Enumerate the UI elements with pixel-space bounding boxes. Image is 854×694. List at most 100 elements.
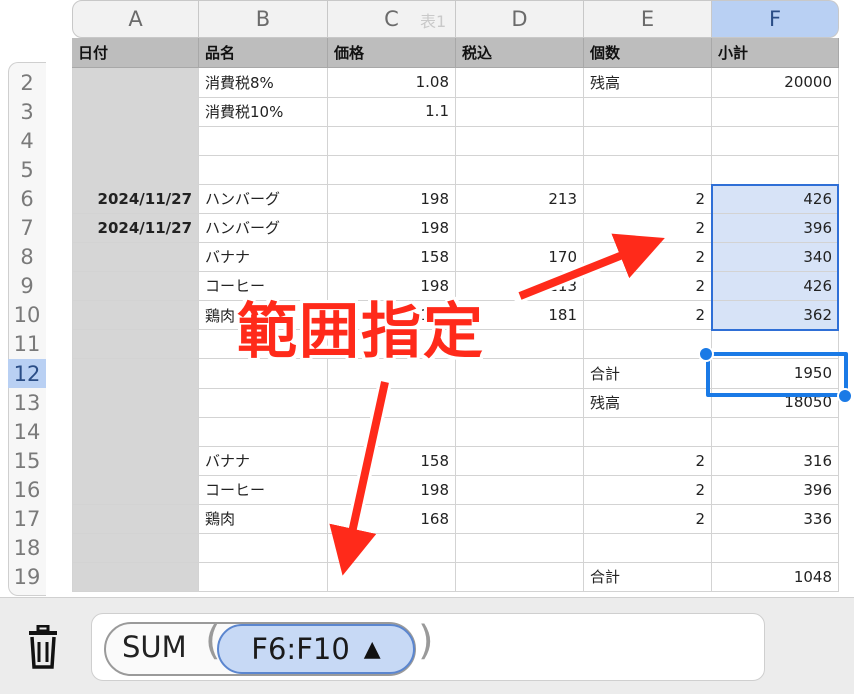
- cell-d13[interactable]: [456, 388, 584, 418]
- row-number-3[interactable]: 3: [8, 97, 46, 126]
- cell-a13[interactable]: [72, 388, 199, 418]
- cell-f4[interactable]: [712, 126, 839, 156]
- cell-c16[interactable]: 198: [328, 475, 456, 505]
- cell-b3[interactable]: 消費税10%: [199, 97, 328, 127]
- cell-b6[interactable]: ハンバーグ: [199, 184, 328, 214]
- active-cell-f12[interactable]: [706, 352, 848, 397]
- cell-a16[interactable]: [72, 475, 199, 505]
- header-cell-b[interactable]: 品名: [199, 38, 328, 68]
- cell-f17[interactable]: 336: [712, 504, 839, 535]
- header-cell-e[interactable]: 個数: [584, 38, 712, 68]
- cell-c8[interactable]: 158: [328, 242, 456, 273]
- row-number-5[interactable]: 5: [8, 155, 46, 184]
- cell-d5[interactable]: [456, 155, 584, 185]
- row-number-12[interactable]: 12: [8, 359, 46, 388]
- cell-e18[interactable]: [584, 533, 712, 564]
- cell-e9[interactable]: 2: [584, 271, 712, 302]
- row-number-17[interactable]: 17: [8, 505, 46, 534]
- cell-d7[interactable]: [456, 213, 584, 244]
- column-header-d[interactable]: D: [456, 0, 584, 38]
- cell-e5[interactable]: [584, 155, 712, 185]
- cell-d19[interactable]: [456, 562, 584, 593]
- cell-f18[interactable]: [712, 533, 839, 564]
- header-cell-f[interactable]: 小計: [712, 38, 839, 68]
- cell-c15[interactable]: 158: [328, 446, 456, 476]
- cell-f2[interactable]: 20000: [712, 68, 839, 98]
- cell-b17[interactable]: 鶏肉: [199, 504, 328, 535]
- row-number-11[interactable]: 11: [8, 330, 46, 359]
- cell-d16[interactable]: [456, 475, 584, 505]
- cell-e11[interactable]: [584, 329, 712, 360]
- cell-e10[interactable]: 2: [584, 300, 712, 331]
- cell-d3[interactable]: [456, 97, 584, 127]
- cell-f19[interactable]: 1048: [712, 562, 839, 593]
- cell-d15[interactable]: [456, 446, 584, 476]
- cell-e14[interactable]: [584, 417, 712, 447]
- cell-c18[interactable]: [328, 533, 456, 564]
- column-header-e[interactable]: E: [584, 0, 712, 38]
- cell-c14[interactable]: [328, 417, 456, 447]
- cell-d6[interactable]: 213: [456, 184, 584, 214]
- row-number-15[interactable]: 15: [8, 446, 46, 475]
- cell-d4[interactable]: [456, 126, 584, 156]
- cell-e7[interactable]: 2: [584, 213, 712, 244]
- cell-a18[interactable]: [72, 533, 199, 564]
- cell-c13[interactable]: [328, 388, 456, 418]
- cell-d18[interactable]: [456, 533, 584, 564]
- row-number-6[interactable]: 6: [8, 184, 46, 213]
- cell-c19[interactable]: [328, 562, 456, 593]
- cell-b5[interactable]: [199, 155, 328, 185]
- cell-c3[interactable]: 1.1: [328, 97, 456, 127]
- cell-d8[interactable]: 170: [456, 242, 584, 273]
- cell-e3[interactable]: [584, 97, 712, 127]
- cell-b7[interactable]: ハンバーグ: [199, 213, 328, 244]
- cell-f14[interactable]: [712, 417, 839, 447]
- cell-c5[interactable]: [328, 155, 456, 185]
- cell-a17[interactable]: [72, 504, 199, 535]
- cell-f5[interactable]: [712, 155, 839, 185]
- column-header-a[interactable]: A: [72, 0, 199, 38]
- cell-e17[interactable]: 2: [584, 504, 712, 535]
- cell-b2[interactable]: 消費税8%: [199, 68, 328, 98]
- cell-d14[interactable]: [456, 417, 584, 447]
- selection-handle-bottom-right[interactable]: [837, 388, 853, 404]
- cell-e16[interactable]: 2: [584, 475, 712, 505]
- cell-b19[interactable]: [199, 562, 328, 593]
- row-number-16[interactable]: 16: [8, 475, 46, 504]
- range-reference-token[interactable]: F6:F10 ▲: [217, 624, 415, 674]
- cell-a14[interactable]: [72, 417, 199, 447]
- cell-a6[interactable]: 2024/11/27: [72, 184, 199, 214]
- row-number-13[interactable]: 13: [8, 388, 46, 417]
- header-cell-d[interactable]: 税込: [456, 38, 584, 68]
- row-number-19[interactable]: 19: [8, 563, 46, 592]
- cell-b15[interactable]: バナナ: [199, 446, 328, 476]
- cell-c7[interactable]: 198: [328, 213, 456, 244]
- cell-d2[interactable]: [456, 68, 584, 98]
- cell-f16[interactable]: 396: [712, 475, 839, 505]
- cell-a11[interactable]: [72, 329, 199, 360]
- cell-a4[interactable]: [72, 126, 199, 156]
- cell-e6[interactable]: 2: [584, 184, 712, 214]
- cell-b18[interactable]: [199, 533, 328, 564]
- cell-a5[interactable]: [72, 155, 199, 185]
- cell-a7[interactable]: 2024/11/27: [72, 213, 199, 244]
- row-number-4[interactable]: 4: [8, 126, 46, 155]
- cell-b13[interactable]: [199, 388, 328, 418]
- cell-c2[interactable]: 1.08: [328, 68, 456, 98]
- cell-a19[interactable]: [72, 562, 199, 593]
- trash-icon[interactable]: [26, 624, 60, 669]
- cell-a8[interactable]: [72, 242, 199, 273]
- cell-a12[interactable]: [72, 359, 199, 389]
- cell-e19[interactable]: 合計: [584, 562, 712, 593]
- row-number-2[interactable]: 2: [8, 68, 46, 97]
- row-number-10[interactable]: 10: [8, 301, 46, 330]
- row-number-9[interactable]: 9: [8, 272, 46, 301]
- cell-f15[interactable]: 316: [712, 446, 839, 476]
- cell-a2[interactable]: [72, 68, 199, 98]
- cell-e13[interactable]: 残高: [584, 388, 712, 418]
- cell-b4[interactable]: [199, 126, 328, 156]
- selected-range-f6-f10[interactable]: [711, 184, 839, 331]
- selection-handle-top-left[interactable]: [698, 346, 714, 362]
- cell-a10[interactable]: [72, 300, 199, 331]
- cell-c6[interactable]: 198: [328, 184, 456, 214]
